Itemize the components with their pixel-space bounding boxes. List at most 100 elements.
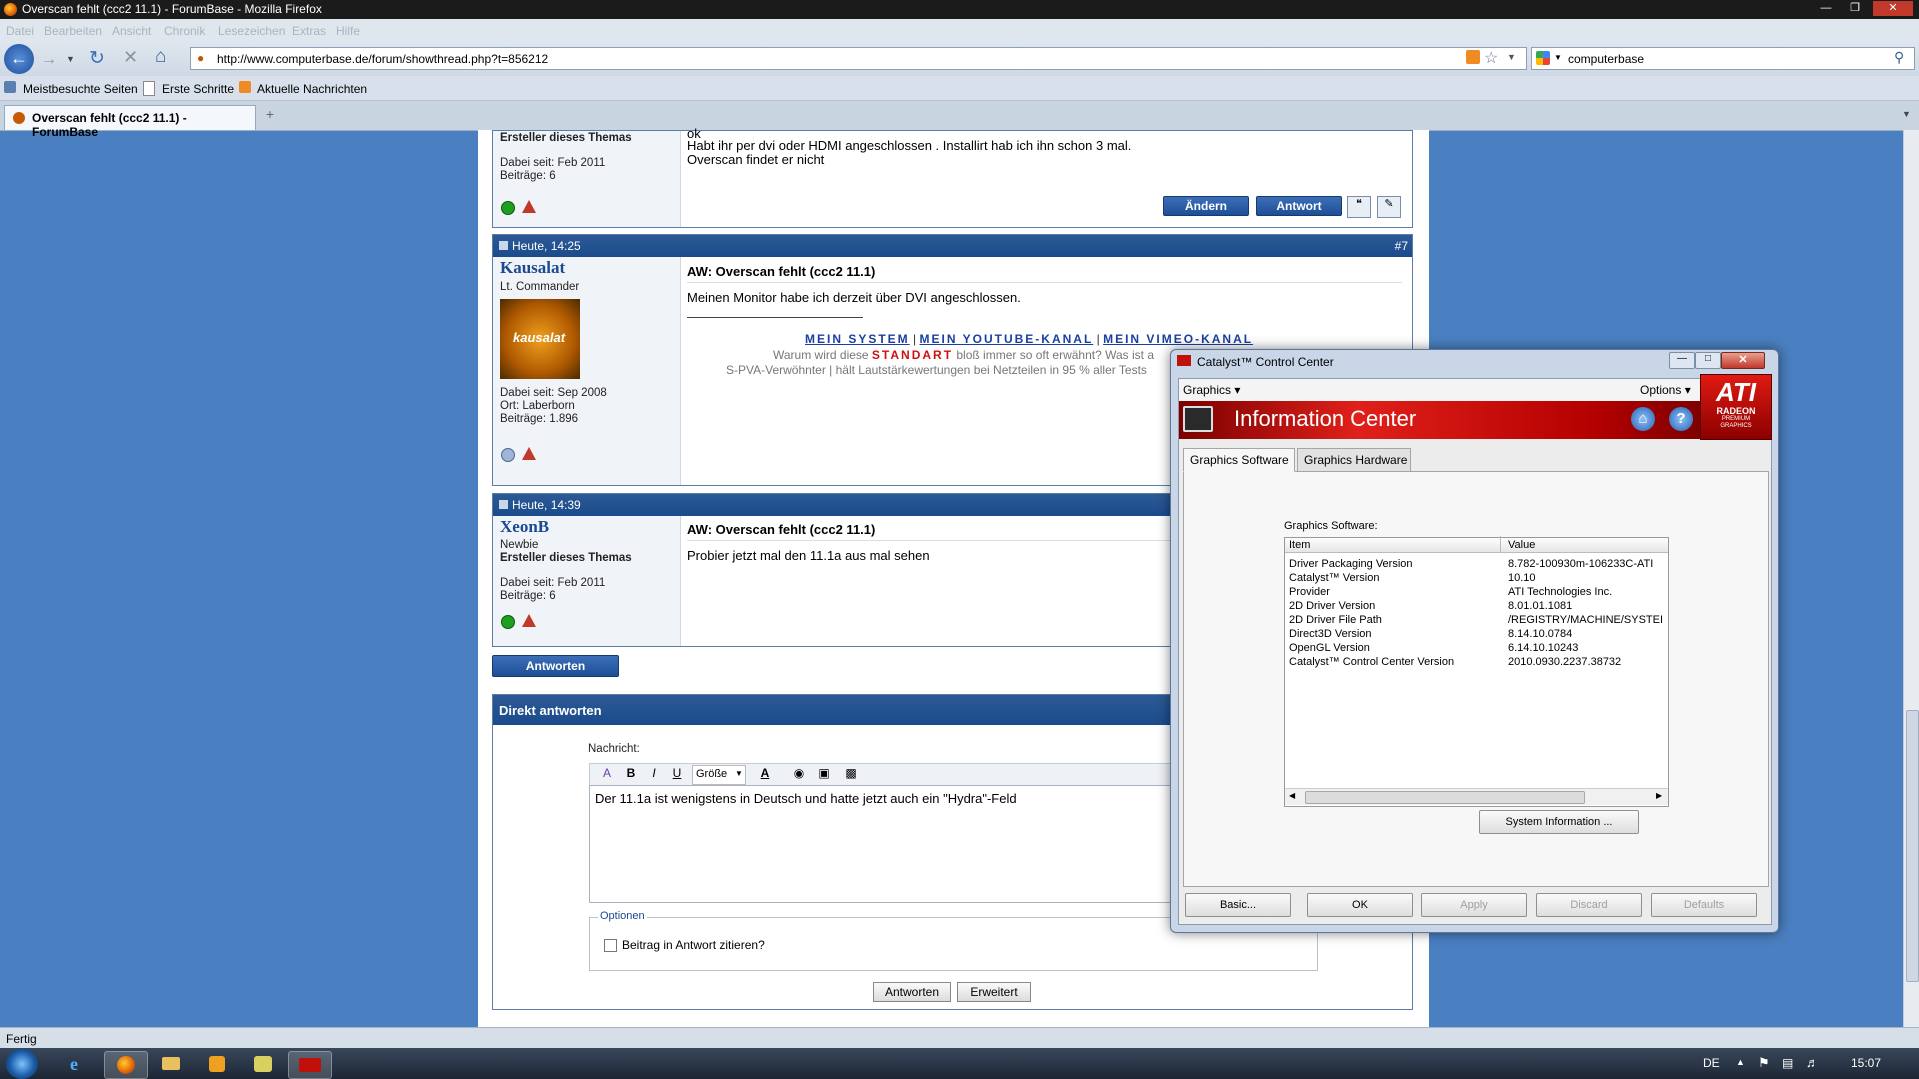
- scroll-left-icon[interactable]: ◀: [1289, 791, 1295, 800]
- url-dropdown-icon[interactable]: ▼: [1507, 52, 1516, 62]
- insert-image-icon[interactable]: ▣: [815, 764, 833, 782]
- defaults-button[interactable]: Defaults: [1651, 893, 1757, 917]
- ok-button[interactable]: OK: [1307, 893, 1413, 917]
- column-value[interactable]: Value: [1508, 539, 1535, 551]
- menu-extras[interactable]: Extras: [292, 24, 326, 38]
- apply-button[interactable]: Apply: [1421, 893, 1527, 917]
- menu-hilfe[interactable]: Hilfe: [336, 24, 360, 38]
- back-icon[interactable]: ←: [4, 44, 34, 74]
- restore-icon[interactable]: ❐: [1844, 1, 1866, 16]
- menu-chronik[interactable]: Chronik: [164, 24, 205, 38]
- bookmark-meistbesuchte[interactable]: Meistbesuchte Seiten: [23, 82, 138, 96]
- user-role: Ersteller dieses Themas: [500, 552, 632, 564]
- basic-button[interactable]: Basic...: [1185, 893, 1291, 917]
- remove-format-icon[interactable]: A: [598, 764, 616, 782]
- italic-icon[interactable]: I: [645, 764, 663, 782]
- submit-reply-button[interactable]: Antworten: [873, 982, 951, 1002]
- message-textarea[interactable]: Der 11.1a ist wenigstens in Deutsch und …: [589, 785, 1186, 903]
- quick-reply-icon[interactable]: ✎: [1377, 196, 1401, 218]
- home-icon[interactable]: ⌂: [155, 46, 166, 68]
- bookmark-star-icon[interactable]: ☆: [1484, 48, 1498, 68]
- search-engine-dropdown-icon[interactable]: ▼: [1554, 53, 1562, 62]
- scrollbar-thumb[interactable]: [1305, 791, 1585, 804]
- menu-graphics-label: Graphics: [1183, 383, 1232, 397]
- flag-icon[interactable]: ⚑: [1758, 1055, 1770, 1071]
- search-engine-icon[interactable]: [1536, 51, 1550, 65]
- ccc-minimize-icon[interactable]: —: [1669, 352, 1695, 369]
- advanced-reply-button[interactable]: Erweitert: [957, 982, 1031, 1002]
- ie-icon[interactable]: e: [58, 1051, 100, 1077]
- multiquote-icon[interactable]: ❝: [1347, 196, 1371, 218]
- explorer-icon[interactable]: [150, 1051, 192, 1077]
- post-7-number[interactable]: #7: [1395, 239, 1408, 253]
- page-scrollbar[interactable]: [1903, 130, 1919, 1027]
- bookmark-erste-schritte[interactable]: Erste Schritte: [162, 82, 234, 96]
- horizontal-scrollbar[interactable]: ◀ ▶: [1285, 788, 1668, 805]
- quote-icon[interactable]: ▩: [842, 764, 860, 782]
- minimize-icon[interactable]: —: [1815, 1, 1837, 16]
- report-icon[interactable]: [522, 447, 536, 460]
- menu-datei[interactable]: Datei: [6, 24, 34, 38]
- reply-button[interactable]: Antwort: [1256, 196, 1342, 216]
- tab-list-icon[interactable]: ▼: [1902, 109, 1911, 119]
- clock[interactable]: 15:07: [1851, 1056, 1881, 1070]
- user-avatar[interactable]: kausalat: [500, 299, 580, 379]
- bookmark-aktuelle-nachrichten[interactable]: Aktuelle Nachrichten: [257, 82, 367, 96]
- bold-icon[interactable]: B: [622, 764, 640, 782]
- search-input[interactable]: ▼ computerbase ⚲: [1531, 47, 1915, 70]
- help-icon[interactable]: ?: [1669, 407, 1693, 431]
- network-icon[interactable]: ▤: [1782, 1056, 1793, 1070]
- sig-link-vimeo[interactable]: MEIN VIMEO-KANAL: [1103, 332, 1253, 346]
- discard-button[interactable]: Discard: [1536, 893, 1642, 917]
- media-player-icon[interactable]: [196, 1051, 238, 1077]
- menu-lesezeichen[interactable]: Lesezeichen: [218, 24, 285, 38]
- reload-icon[interactable]: ↻: [89, 47, 105, 70]
- menu-bearbeiten[interactable]: Bearbeiten: [44, 24, 102, 38]
- menu-options[interactable]: Options ▾: [1640, 383, 1691, 397]
- column-divider[interactable]: [1500, 536, 1501, 552]
- ccc-maximize-icon[interactable]: □: [1695, 352, 1721, 369]
- scrollbar-thumb[interactable]: [1906, 710, 1919, 982]
- report-icon[interactable]: [522, 200, 536, 213]
- search-icon[interactable]: ⚲: [1894, 49, 1904, 66]
- history-dropdown-icon[interactable]: ▼: [66, 54, 75, 64]
- scroll-right-icon[interactable]: ▶: [1656, 791, 1662, 800]
- menu-ansicht[interactable]: Ansicht: [112, 24, 151, 38]
- ccc-close-icon[interactable]: ✕: [1721, 352, 1765, 369]
- tab-graphics-hardware[interactable]: Graphics Hardware: [1297, 448, 1411, 472]
- system-information-button[interactable]: System Information ...: [1479, 810, 1639, 834]
- language-indicator[interactable]: DE: [1703, 1056, 1720, 1070]
- text-color-icon[interactable]: A: [756, 764, 774, 782]
- url-bar[interactable]: ● http://www.computerbase.de/forum/showt…: [190, 47, 1527, 70]
- font-size-select[interactable]: Größe ▼: [692, 765, 746, 785]
- start-button[interactable]: [6, 1049, 38, 1079]
- catalyst-taskbar-icon[interactable]: [288, 1051, 332, 1079]
- close-icon[interactable]: ✕: [1873, 1, 1913, 16]
- tab-graphics-software[interactable]: Graphics Software: [1183, 448, 1295, 472]
- username-xeonb[interactable]: XeonB: [500, 517, 549, 537]
- home-icon[interactable]: ⌂: [1631, 407, 1655, 431]
- underline-icon[interactable]: U: [668, 764, 686, 782]
- app-icon[interactable]: [242, 1051, 284, 1077]
- edit-button[interactable]: Ändern: [1163, 196, 1249, 216]
- username-kausalat[interactable]: Kausalat: [500, 258, 565, 278]
- tab-graphics-hardware-label: Graphics Hardware: [1304, 453, 1408, 467]
- sig-link-youtube[interactable]: MEIN YOUTUBE-KANAL: [920, 332, 1094, 346]
- tab-forumbase[interactable]: Overscan fehlt (ccc2 11.1) - ForumBase: [4, 105, 256, 139]
- column-item[interactable]: Item: [1289, 539, 1310, 551]
- report-icon[interactable]: [522, 614, 536, 627]
- new-tab-button[interactable]: +: [258, 106, 282, 126]
- show-hidden-icons[interactable]: ▲: [1736, 1057, 1745, 1067]
- menu-graphics[interactable]: Graphics ▾: [1183, 383, 1240, 397]
- volume-icon[interactable]: ♬: [1806, 1055, 1819, 1070]
- sig-link-system[interactable]: MEIN SYSTEM: [805, 332, 910, 346]
- forward-icon[interactable]: →: [38, 50, 60, 70]
- rss-icon[interactable]: [1466, 50, 1480, 64]
- insert-link-icon[interactable]: ◉: [790, 764, 808, 782]
- quote-checkbox[interactable]: [604, 939, 617, 952]
- firefox-taskbar-icon[interactable]: [104, 1051, 148, 1079]
- software-info-list[interactable]: Item Value Driver Packaging Version 8.782…: [1284, 536, 1669, 807]
- new-reply-button[interactable]: Antworten: [492, 655, 619, 677]
- stop-icon[interactable]: ✕: [123, 47, 138, 68]
- sig-link-standart[interactable]: STANDART: [872, 348, 953, 362]
